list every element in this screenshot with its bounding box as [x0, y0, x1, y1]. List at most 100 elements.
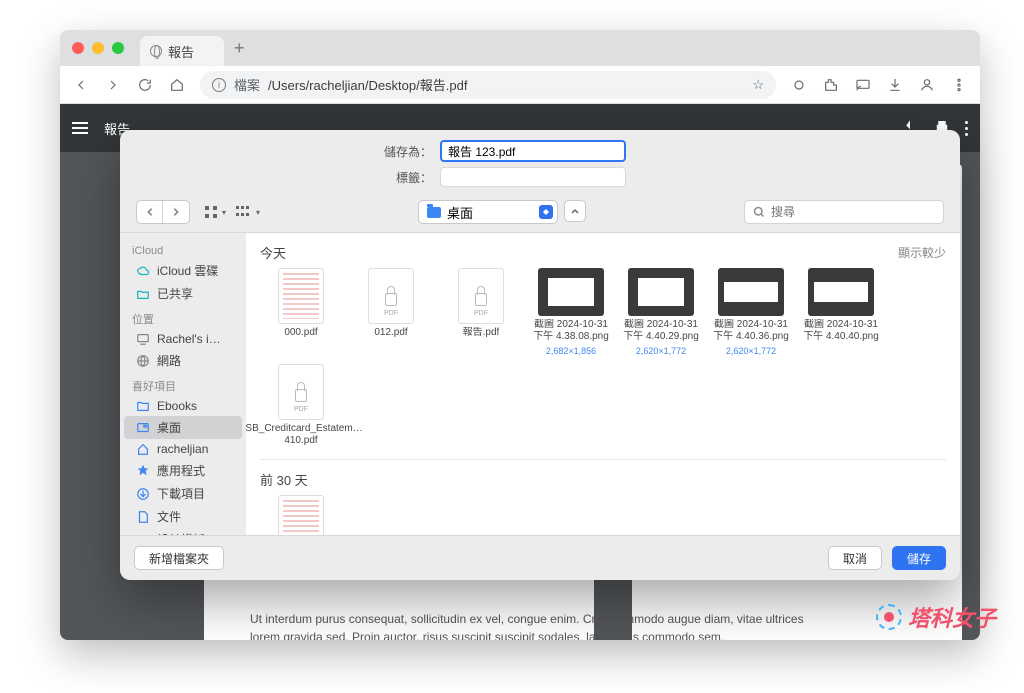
file-thumb-icon — [808, 268, 874, 316]
network-icon — [136, 354, 150, 368]
save-button[interactable]: 儲存 — [892, 546, 946, 570]
sidebar-item-label: 已共享 — [157, 285, 193, 302]
file-name: 截圖 2024-10-31 下午 4.40.29.png — [620, 319, 702, 343]
file-name: 報告.pdf — [463, 327, 500, 339]
window-titlebar: 報告 + — [60, 30, 980, 66]
sidebar-header-locations: 位置 — [120, 305, 246, 329]
file-item[interactable]: 000.pdf — [260, 268, 342, 356]
tags-input[interactable] — [440, 167, 626, 187]
finder-toolbar: ▾ ▾ 桌面 — [120, 194, 960, 232]
menu-dots-icon[interactable] — [944, 70, 974, 100]
file-item[interactable]: TSB_Creditcard_Estatem…410.pdf — [260, 364, 342, 447]
icon-view-icon[interactable]: ▾ — [204, 205, 226, 219]
location-popup[interactable]: 桌面 — [418, 200, 558, 224]
close-window-button[interactable] — [72, 42, 84, 54]
group-title: 前 30 天 — [260, 470, 308, 489]
downloads-folder-icon — [136, 487, 150, 501]
sidebar-item-mac[interactable]: Rachel's i… — [124, 329, 242, 349]
sidebar-item-home[interactable]: racheljian — [124, 439, 242, 459]
file-item[interactable] — [260, 495, 342, 535]
cast-icon[interactable] — [848, 70, 878, 100]
file-name: TSB_Creditcard_Estatem…410.pdf — [246, 423, 363, 447]
sidebar-item-desktop[interactable]: 桌面 — [124, 416, 242, 439]
browser-toolbar: i 檔案 /Users/racheljian/Desktop/報告.pdf ☆ — [60, 66, 980, 104]
search-field[interactable] — [744, 200, 944, 224]
file-thumb-icon — [718, 268, 784, 316]
sidebar-item-ebooks[interactable]: Ebooks — [124, 396, 242, 416]
file-thumb-icon — [628, 268, 694, 316]
file-item[interactable]: 截圖 2024-10-31 下午 4.40.40.png — [800, 268, 882, 356]
address-bar[interactable]: i 檔案 /Users/racheljian/Desktop/報告.pdf ☆ — [200, 71, 776, 99]
downloads-icon[interactable] — [880, 70, 910, 100]
file-name: 000.pdf — [284, 327, 317, 339]
sidebar-item-network[interactable]: 網路 — [124, 349, 242, 372]
sidebar-item-label: 文件 — [157, 508, 181, 525]
group-header-today: 今天 顯示較少 — [260, 233, 946, 268]
file-thumb-icon — [538, 268, 604, 316]
group-header-last30: 前 30 天 — [260, 460, 946, 495]
folder-icon — [427, 207, 441, 218]
reload-button[interactable] — [130, 70, 160, 100]
extensions-button[interactable] — [816, 70, 846, 100]
filename-input[interactable] — [440, 140, 626, 162]
sidebar-item-design-templates[interactable]: 設計模板 — [124, 528, 242, 535]
nav-back-button[interactable] — [137, 201, 163, 223]
traffic-lights — [72, 42, 124, 54]
address-path: /Users/racheljian/Desktop/報告.pdf — [268, 75, 467, 94]
group-view-icon[interactable]: ▾ — [236, 205, 260, 219]
file-meta: 2,682×1,856 — [546, 346, 596, 356]
file-item[interactable]: 報告.pdf — [440, 268, 522, 356]
shared-folder-icon — [136, 287, 150, 301]
file-item[interactable]: 截圖 2024-10-31 下午 4.40.36.png2,620×1,772 — [710, 268, 792, 356]
save-dialog: 儲存為： 標籤： ▾ ▾ 桌面 — [120, 130, 960, 580]
new-tab-button[interactable]: + — [234, 38, 245, 59]
file-thumb-icon — [458, 268, 504, 324]
file-item[interactable]: 012.pdf — [350, 268, 432, 356]
overflow-menu-icon[interactable] — [965, 121, 968, 136]
watermark-icon — [876, 604, 902, 630]
file-thumb-icon — [278, 268, 324, 324]
new-folder-button[interactable]: 新增檔案夾 — [134, 546, 224, 570]
minimize-window-button[interactable] — [92, 42, 104, 54]
nav-forward-button[interactable] — [163, 201, 189, 223]
file-name: 截圖 2024-10-31 下午 4.38.08.png — [530, 319, 612, 343]
sidebar-item-shared[interactable]: 已共享 — [124, 282, 242, 305]
expand-button[interactable] — [564, 200, 586, 222]
home-button[interactable] — [162, 70, 192, 100]
sidebar-item-icloud-drive[interactable]: iCloud 雲碟 — [124, 259, 242, 282]
sidebar-item-label: 下載項目 — [157, 485, 205, 502]
sidebar-item-label: racheljian — [157, 442, 208, 456]
sidebar-item-documents[interactable]: 文件 — [124, 505, 242, 528]
sidebar-item-applications[interactable]: 應用程式 — [124, 459, 242, 482]
file-name: 012.pdf — [374, 327, 407, 339]
view-controls[interactable]: ▾ ▾ — [204, 205, 260, 219]
cancel-button[interactable]: 取消 — [828, 546, 882, 570]
site-info-icon[interactable]: i — [212, 78, 226, 92]
back-button[interactable] — [66, 70, 96, 100]
sidebar-item-label: Ebooks — [157, 399, 197, 413]
file-name: 截圖 2024-10-31 下午 4.40.40.png — [800, 319, 882, 343]
home-icon — [136, 442, 150, 456]
sidebar-item-label: 桌面 — [157, 419, 181, 436]
maximize-window-button[interactable] — [112, 42, 124, 54]
extension-icon[interactable] — [784, 70, 814, 100]
folder-icon — [136, 399, 150, 413]
forward-button[interactable] — [98, 70, 128, 100]
menu-icon[interactable] — [72, 122, 88, 134]
show-less-button[interactable]: 顯示較少 — [898, 244, 946, 261]
bookmark-star-icon[interactable]: ☆ — [752, 77, 764, 93]
file-item[interactable]: 截圖 2024-10-31 下午 4.40.29.png2,620×1,772 — [620, 268, 702, 356]
watermark: 塔科女子 — [876, 601, 996, 633]
tags-label: 標籤： — [120, 169, 440, 186]
location-value: 桌面 — [447, 203, 473, 222]
browser-tab[interactable]: 報告 — [140, 36, 224, 66]
sidebar-item-downloads[interactable]: 下載項目 — [124, 482, 242, 505]
watermark-text: 塔科女子 — [908, 601, 996, 633]
group-title: 今天 — [260, 243, 286, 262]
file-pane: 今天 顯示較少 000.pdf 012.pdf 報告.pdf 截圖 2024-10-3… — [246, 233, 960, 535]
profile-icon[interactable] — [912, 70, 942, 100]
file-item[interactable]: 截圖 2024-10-31 下午 4.38.08.png 2,682×1,856 — [530, 268, 612, 356]
search-input[interactable] — [771, 205, 935, 219]
file-name: 截圖 2024-10-31 下午 4.40.36.png — [710, 319, 792, 343]
computer-icon — [136, 332, 150, 346]
